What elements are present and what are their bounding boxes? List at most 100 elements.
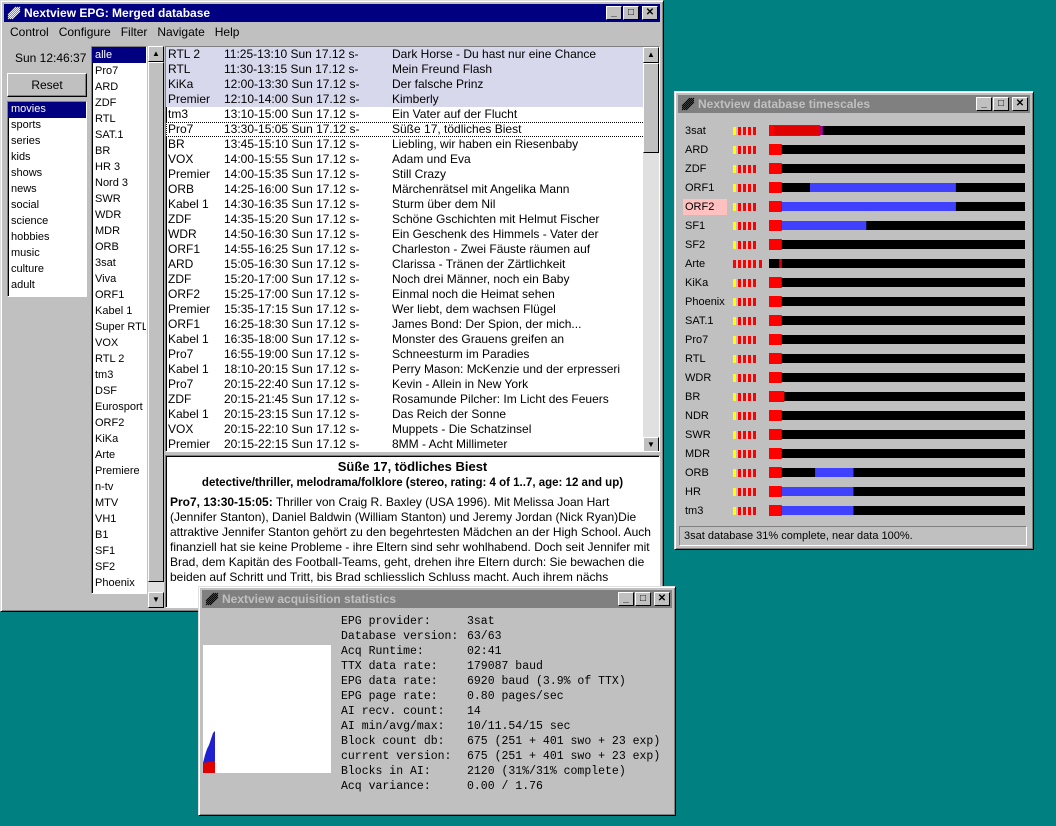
- scroll-thumb[interactable]: [643, 63, 659, 153]
- network-item[interactable]: alle: [92, 47, 146, 63]
- theme-item-sports[interactable]: sports: [8, 118, 86, 134]
- network-item[interactable]: BR: [92, 143, 146, 159]
- timescale-row[interactable]: WDR: [681, 368, 1027, 387]
- menu-filter[interactable]: Filter: [116, 24, 153, 40]
- network-item[interactable]: MDR: [92, 223, 146, 239]
- network-item[interactable]: ORB: [92, 239, 146, 255]
- reset-button[interactable]: Reset: [7, 73, 87, 97]
- timescale-row[interactable]: ORF1: [681, 178, 1027, 197]
- network-item[interactable]: SAT.1: [92, 127, 146, 143]
- network-item[interactable]: HR 3: [92, 159, 146, 175]
- programme-row[interactable]: Premier 12:10-14:00 Sun 17.12 s- Kimberly: [166, 92, 659, 107]
- menu-help[interactable]: Help: [210, 24, 245, 40]
- programme-row[interactable]: ZDF 14:35-15:20 Sun 17.12 s- Schöne Gschic…: [166, 212, 659, 227]
- programme-row[interactable]: Kabel 1 16:35-18:00 Sun 17.12 s- Monster d…: [166, 332, 659, 347]
- network-item[interactable]: tm3: [92, 367, 146, 383]
- minimize-button[interactable]: _: [618, 592, 634, 606]
- menu-navigate[interactable]: Navigate: [152, 24, 209, 40]
- programme-row[interactable]: ORF2 15:25-17:00 Sun 17.12 s- Einmal noch …: [166, 287, 659, 302]
- theme-item-science[interactable]: science: [8, 214, 86, 230]
- timescale-row[interactable]: ARD: [681, 140, 1027, 159]
- programme-row[interactable]: Kabel 1 20:15-23:15 Sun 17.12 s- Das Reich…: [166, 407, 659, 422]
- theme-item-hobbies[interactable]: hobbies: [8, 230, 86, 246]
- timescale-row[interactable]: Pro7: [681, 330, 1027, 349]
- timescale-row[interactable]: SAT.1: [681, 311, 1027, 330]
- programme-row[interactable]: Premier 14:00-15:35 Sun 17.12 s- Still Cra…: [166, 167, 659, 182]
- theme-item-series[interactable]: series: [8, 134, 86, 150]
- timescale-row[interactable]: 3sat: [681, 121, 1027, 140]
- network-item[interactable]: ZDF: [92, 95, 146, 111]
- network-scrollbar[interactable]: ▲ ▼: [148, 46, 164, 608]
- timescale-row[interactable]: ORF2: [681, 197, 1027, 216]
- timescale-row[interactable]: Arte: [681, 254, 1027, 273]
- timescale-row[interactable]: HR: [681, 482, 1027, 501]
- network-item[interactable]: Pro7: [92, 63, 146, 79]
- programme-row[interactable]: RTL 11:30-13:15 Sun 17.12 s- Mein Freund F…: [166, 62, 659, 77]
- network-item[interactable]: Super RTL: [92, 319, 146, 335]
- close-button[interactable]: ✕: [1012, 97, 1028, 111]
- programme-row[interactable]: WDR 14:50-16:30 Sun 17.12 s- Ein Geschenk …: [166, 227, 659, 242]
- network-item[interactable]: B1: [92, 527, 146, 543]
- timescales-titlebar[interactable]: Nextview database timescales _ □ ✕: [678, 95, 1030, 113]
- timescale-row[interactable]: RTL: [681, 349, 1027, 368]
- theme-item-adult[interactable]: adult: [8, 278, 86, 294]
- timescale-row[interactable]: SF1: [681, 216, 1027, 235]
- network-item[interactable]: ARD: [92, 79, 146, 95]
- theme-item-culture[interactable]: culture: [8, 262, 86, 278]
- network-item[interactable]: RTL 2: [92, 351, 146, 367]
- timescale-row[interactable]: BR: [681, 387, 1027, 406]
- menu-control[interactable]: Control: [5, 24, 54, 40]
- maximize-button[interactable]: □: [993, 97, 1009, 111]
- network-item[interactable]: SF1: [92, 543, 146, 559]
- close-button[interactable]: ✕: [654, 592, 670, 606]
- network-item[interactable]: DSF: [92, 383, 146, 399]
- network-item[interactable]: Phoenix: [92, 575, 146, 591]
- programme-row[interactable]: Kabel 1 14:30-16:35 Sun 17.12 s- Sturm übe…: [166, 197, 659, 212]
- network-item[interactable]: Eurosport: [92, 399, 146, 415]
- timescale-row[interactable]: Phoenix: [681, 292, 1027, 311]
- network-item[interactable]: Viva: [92, 271, 146, 287]
- theme-item-kids[interactable]: kids: [8, 150, 86, 166]
- network-item[interactable]: RTL: [92, 111, 146, 127]
- programme-row[interactable]: ORF1 14:55-16:25 Sun 17.12 s- Charleston -…: [166, 242, 659, 257]
- programme-row[interactable]: RTL 2 11:25-13:10 Sun 17.12 s- Dark Horse …: [166, 47, 659, 62]
- network-item[interactable]: Nord 3: [92, 175, 146, 191]
- programme-row[interactable]: Premier 15:35-17:15 Sun 17.12 s- Wer liebt…: [166, 302, 659, 317]
- scroll-down-icon[interactable]: ▼: [148, 592, 164, 608]
- timescale-row[interactable]: tm3: [681, 501, 1027, 520]
- programme-row[interactable]: KiKa 12:00-13:30 Sun 17.12 s- Der falsche …: [166, 77, 659, 92]
- network-item[interactable]: ORF2: [92, 415, 146, 431]
- maximize-button[interactable]: □: [623, 6, 639, 20]
- network-item[interactable]: WDR: [92, 207, 146, 223]
- network-item[interactable]: SWR: [92, 191, 146, 207]
- programme-row[interactable]: Kabel 1 18:10-20:15 Sun 17.12 s- Perry Mas…: [166, 362, 659, 377]
- scroll-thumb[interactable]: [148, 62, 164, 582]
- scroll-up-icon[interactable]: ▲: [643, 47, 659, 63]
- theme-item-music[interactable]: music: [8, 246, 86, 262]
- timescale-row[interactable]: SWR: [681, 425, 1027, 444]
- programme-row[interactable]: ORB 14:25-16:00 Sun 17.12 s- Märchenrätsel…: [166, 182, 659, 197]
- theme-item-news[interactable]: news: [8, 182, 86, 198]
- stats-titlebar[interactable]: Nextview acquisition statistics _ □ ✕: [202, 590, 672, 608]
- programme-row[interactable]: ORF1 16:25-18:30 Sun 17.12 s- James Bond: …: [166, 317, 659, 332]
- programme-row[interactable]: ZDF 20:15-21:45 Sun 17.12 s- Rosamunde Pil…: [166, 392, 659, 407]
- network-item[interactable]: Premiere: [92, 463, 146, 479]
- network-item[interactable]: Arte: [92, 447, 146, 463]
- programme-row[interactable]: Pro7 20:15-22:40 Sun 17.12 s- Kevin - Alle…: [166, 377, 659, 392]
- maximize-button[interactable]: □: [635, 592, 651, 606]
- scroll-down-icon[interactable]: ▼: [643, 437, 659, 451]
- theme-item-movies[interactable]: movies: [8, 102, 86, 118]
- network-item[interactable]: Kabel 1: [92, 303, 146, 319]
- timescale-row[interactable]: SF2: [681, 235, 1027, 254]
- network-item[interactable]: KiKa: [92, 431, 146, 447]
- minimize-button[interactable]: _: [976, 97, 992, 111]
- menu-configure[interactable]: Configure: [54, 24, 116, 40]
- timescale-row[interactable]: ORB: [681, 463, 1027, 482]
- programme-row[interactable]: ARD 15:05-16:30 Sun 17.12 s- Clarissa - Tr…: [166, 257, 659, 272]
- programme-row[interactable]: Pro7 13:30-15:05 Sun 17.12 s- Süße 17, töd…: [166, 122, 659, 137]
- programme-row[interactable]: Premier 20:15-22:15 Sun 17.12 s- 8MM - Ach…: [166, 437, 659, 451]
- close-button[interactable]: ✕: [642, 6, 658, 20]
- network-item[interactable]: SF2: [92, 559, 146, 575]
- network-item[interactable]: VH1: [92, 511, 146, 527]
- network-item[interactable]: VOX: [92, 335, 146, 351]
